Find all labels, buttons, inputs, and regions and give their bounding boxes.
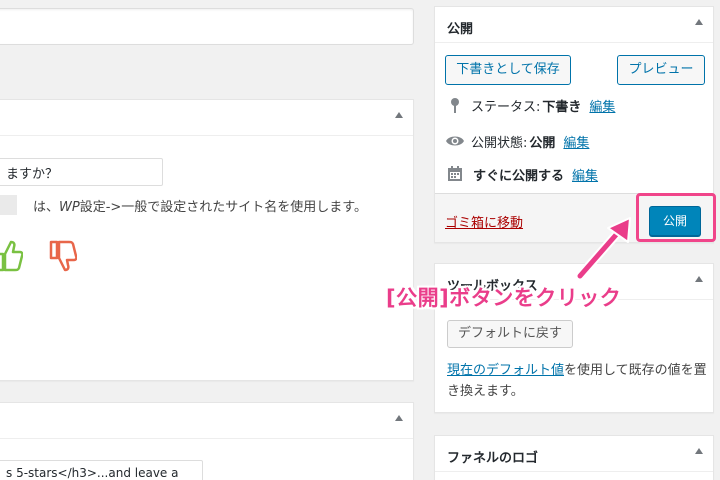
reset-defaults-button[interactable]: デフォルトに戻す	[447, 320, 573, 348]
thumbs-down-icon[interactable]	[49, 238, 77, 274]
settings-box-header	[0, 100, 413, 136]
site-name-description: は、WP設定->一般で設定されたサイト名を使用します。	[33, 196, 367, 215]
status-label: ステータス:	[471, 99, 541, 115]
publish-box-title: 公開	[447, 22, 474, 37]
question-input[interactable]: ますか？	[0, 158, 163, 186]
visibility-label: 公開状態:	[471, 135, 528, 151]
status-row: ステータス: 下書き 編集	[445, 95, 615, 115]
collapse-toggle-icon[interactable]	[695, 276, 703, 282]
status-value: 下書き	[542, 99, 582, 115]
collapse-toggle-icon[interactable]	[695, 19, 703, 25]
desc-suffix: 設定->一般で設定されたサイト名を使用します。	[79, 200, 368, 215]
desc-prefix: は、	[33, 200, 60, 215]
schedule-label: すぐに公開する	[473, 168, 565, 184]
visibility-row: 公開状態: 公開 編集	[445, 131, 589, 151]
schedule-row: すぐに公開する 編集	[445, 164, 598, 184]
current-default-link[interactable]: 現在のデフォルト値	[447, 363, 564, 378]
review-box: s 5-stars</h3>...and leave a	[0, 402, 414, 480]
funnel-logo-header: ファネルのロゴ	[435, 436, 713, 472]
move-to-trash-link[interactable]: ゴミ箱に移動	[445, 212, 523, 231]
publish-button-highlight	[636, 193, 716, 242]
funnel-logo-box: ファネルのロゴ	[434, 435, 714, 480]
visibility-edit-link[interactable]: 編集	[563, 132, 589, 151]
settings-box: ますか？ は、WP設定->一般で設定されたサイト名を使用します。	[0, 99, 414, 381]
review-box-header	[0, 403, 413, 439]
eye-icon	[445, 134, 465, 148]
preview-button[interactable]: プレビュー	[617, 55, 705, 85]
status-edit-link[interactable]: 編集	[589, 96, 615, 115]
thumbs-up-icon[interactable]	[0, 238, 23, 274]
review-text-input[interactable]: s 5-stars</h3>...and leave a	[0, 460, 203, 480]
schedule-edit-link[interactable]: 編集	[572, 165, 598, 184]
funnel-logo-title: ファネルのロゴ	[447, 451, 539, 466]
desc-wp: WP	[59, 200, 80, 215]
publish-box-header: 公開	[435, 7, 713, 43]
collapse-toggle-icon[interactable]	[695, 448, 703, 454]
site-name-chip	[0, 195, 17, 215]
pin-icon	[445, 97, 465, 113]
collapse-toggle-icon[interactable]	[395, 112, 403, 118]
calendar-icon	[445, 166, 465, 182]
annotation-instruction: [公開]ボタンをクリック	[386, 286, 622, 310]
collapse-toggle-icon[interactable]	[395, 415, 403, 421]
post-title-input[interactable]	[0, 8, 414, 45]
annotation-arrow-icon	[575, 217, 631, 281]
visibility-value: 公開	[529, 135, 556, 151]
toolbox-description: 現在のデフォルト値を使用して既存の値を置き換えます。	[447, 360, 709, 402]
save-draft-button[interactable]: 下書きとして保存	[445, 55, 571, 85]
